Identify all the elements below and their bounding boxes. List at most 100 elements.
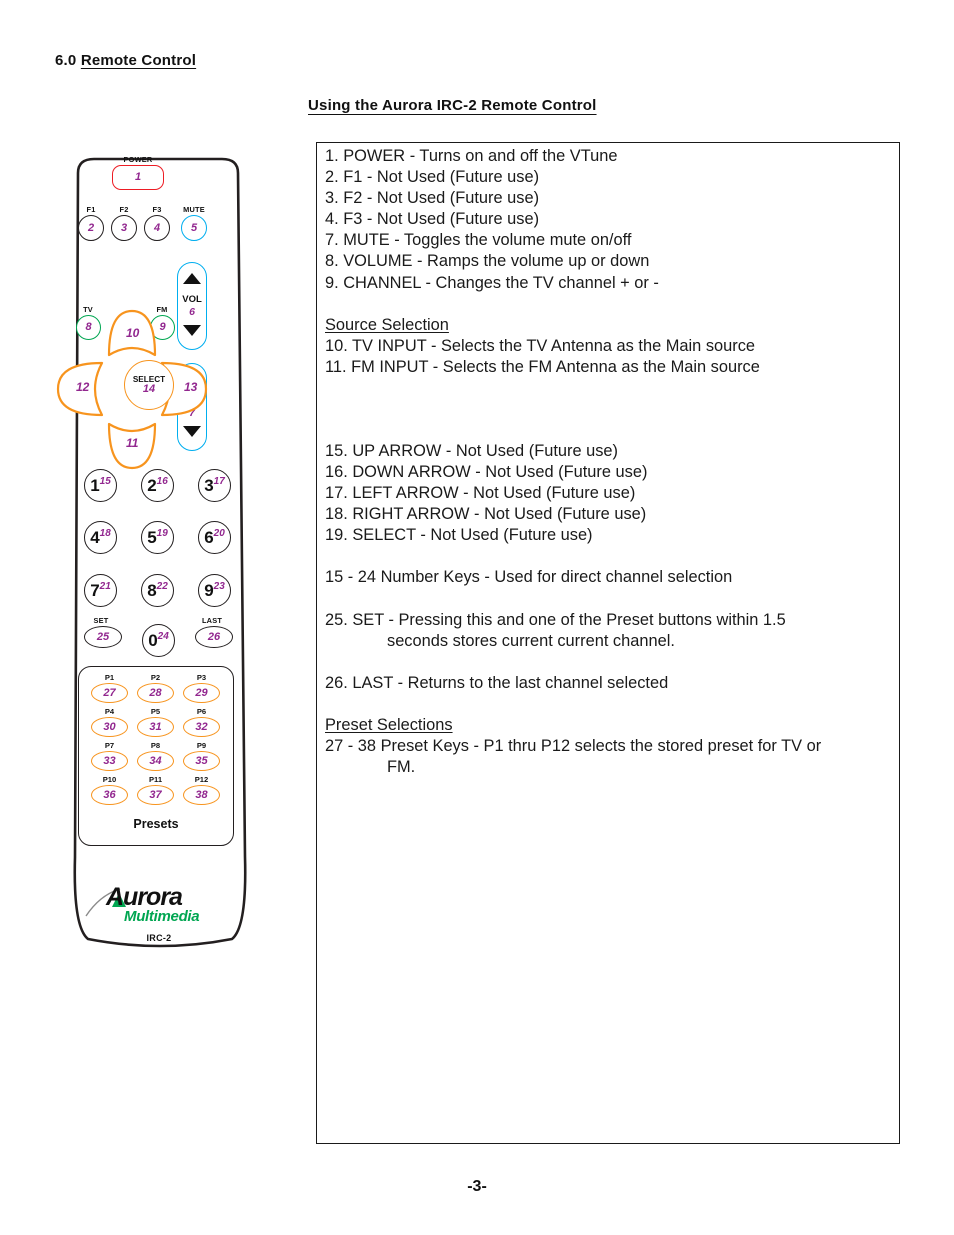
preset-p12-button[interactable]: 38 [183, 785, 220, 805]
preset-p11-button[interactable]: 37 [137, 785, 174, 805]
description-line: FM. [325, 757, 893, 778]
number-key-0-ref: 24 [157, 631, 169, 642]
preset-p10-ref: 36 [103, 788, 116, 801]
description-line: Source Selection [325, 315, 893, 336]
preset-p5-button[interactable]: 31 [137, 717, 174, 737]
preset-p3-button[interactable]: 29 [183, 683, 220, 703]
number-key-7-ref: 21 [99, 581, 111, 592]
preset-p3-label: P3 [196, 673, 207, 682]
number-key-5-ref: 19 [156, 528, 168, 539]
preset-p5-label: P5 [150, 707, 161, 716]
description-text: 27 - 38 Preset Keys - P1 thru P12 select… [325, 736, 822, 755]
number-key-1[interactable]: 1 15 [84, 469, 117, 502]
preset-p11-ref: 37 [149, 788, 162, 801]
number-key-0[interactable]: 0 24 [142, 624, 175, 657]
preset-p6-button[interactable]: 32 [183, 717, 220, 737]
preset-p9-ref: 35 [195, 754, 208, 767]
description-text: FM. [387, 757, 416, 776]
set-label: SET [93, 616, 109, 625]
number-key-0-digit: 0 [148, 631, 158, 650]
preset-p9-button[interactable]: 35 [183, 751, 220, 771]
description-line: 18. RIGHT ARROW - Not Used (Future use) [325, 504, 893, 525]
description-line: 9. CHANNEL - Changes the TV channel + or… [325, 273, 893, 294]
preset-p1-ref: 27 [103, 686, 116, 699]
number-key-4-ref: 18 [99, 528, 111, 539]
preset-p1-button[interactable]: 27 [91, 683, 128, 703]
power-button[interactable]: 1 [112, 165, 164, 190]
last-button[interactable]: 26 [195, 626, 233, 648]
section-number: 6.0 [55, 52, 77, 69]
f1-button[interactable]: 2 [78, 215, 104, 241]
preset-p4-ref: 30 [103, 720, 116, 733]
set-button[interactable]: 25 [84, 626, 122, 648]
number-key-2[interactable]: 2 16 [141, 469, 174, 502]
description-line: 4. F3 - Not Used (Future use) [325, 209, 893, 230]
number-key-4[interactable]: 4 18 [84, 521, 117, 554]
preset-p8-button[interactable]: 34 [137, 751, 174, 771]
description-line: 1. POWER - Turns on and off the VTune [325, 146, 893, 167]
f3-button[interactable]: 4 [144, 215, 170, 241]
description-line: 10. TV INPUT - Selects the TV Antenna as… [325, 336, 893, 357]
description-line: 8. VOLUME - Ramps the volume up or down [325, 251, 893, 272]
number-key-7[interactable]: 7 21 [84, 574, 117, 607]
description-text: 26. LAST - Returns to the last channel s… [325, 673, 669, 692]
number-key-4-digit: 4 [90, 528, 100, 547]
preset-p7-ref: 33 [103, 754, 116, 767]
preset-p10-label: P10 [102, 775, 117, 784]
mute-button[interactable]: 5 [181, 215, 207, 241]
preset-p8-label: P8 [150, 741, 161, 750]
description-line: 25. SET - Pressing this and one of the P… [325, 610, 893, 631]
description-text: 16. DOWN ARROW - Not Used (Future use) [325, 463, 648, 482]
preset-p7-button[interactable]: 33 [91, 751, 128, 771]
page-title: 6.0 Remote Control [55, 52, 196, 69]
remote-control-illustration: POWER 1 F1 2 F2 3 F3 4 MUTE 5 VOL 6 CH 7… [56, 155, 256, 953]
f2-button[interactable]: 3 [111, 215, 137, 241]
brand-subtitle: Multimedia [124, 908, 200, 925]
select-ref: 14 [142, 383, 156, 396]
description-text: 7. MUTE - Toggles the volume mute on/off [325, 231, 632, 250]
description-text: 15. UP ARROW - Not Used (Future use) [325, 441, 618, 460]
preset-p6-label: P6 [196, 707, 207, 716]
preset-p4-button[interactable]: 30 [91, 717, 128, 737]
number-key-1-digit: 1 [90, 476, 100, 495]
last-label: LAST [201, 616, 223, 625]
number-key-2-digit: 2 [147, 476, 157, 495]
number-key-7-digit: 7 [90, 581, 100, 600]
description-line: 17. LEFT ARROW - Not Used (Future use) [325, 483, 893, 504]
number-key-8[interactable]: 8 22 [141, 574, 174, 607]
number-key-9[interactable]: 9 23 [198, 574, 231, 607]
preset-p7-label: P7 [104, 741, 115, 750]
description-text: 10. TV INPUT - Selects the TV Antenna as… [325, 336, 756, 355]
description-line: 3. F2 - Not Used (Future use) [325, 188, 893, 209]
volume-up-icon[interactable] [183, 273, 201, 284]
preset-p12-label: P12 [194, 775, 209, 784]
nav-right-ref[interactable]: 13 [184, 381, 197, 393]
preset-p2-button[interactable]: 28 [137, 683, 174, 703]
panel-heading: Using the Aurora IRC-2 Remote Control [308, 97, 597, 114]
description-line: 15. UP ARROW - Not Used (Future use) [325, 441, 893, 462]
preset-p8-ref: 34 [149, 754, 162, 767]
description-text: 11. FM INPUT - Selects the FM Antenna as… [325, 357, 760, 376]
f2-ref: 3 [120, 221, 128, 234]
number-key-5[interactable]: 5 19 [141, 521, 174, 554]
number-key-3-ref: 17 [213, 476, 225, 487]
description-line: seconds stores current current channel. [325, 631, 893, 652]
number-key-6[interactable]: 6 20 [198, 521, 231, 554]
model-number: IRC-2 [146, 933, 172, 943]
number-key-9-ref: 23 [213, 581, 225, 592]
description-line: 11. FM INPUT - Selects the FM Antenna as… [325, 357, 893, 378]
description-text: 4. F3 - Not Used (Future use) [325, 210, 540, 229]
description-text: 17. LEFT ARROW - Not Used (Future use) [325, 484, 636, 503]
description-line: 26. LAST - Returns to the last channel s… [325, 673, 893, 694]
page-number: -3- [467, 1178, 487, 1195]
nav-down-ref[interactable]: 11 [126, 437, 138, 449]
nav-up-ref[interactable]: 10 [126, 327, 139, 339]
preset-p10-button[interactable]: 36 [91, 785, 128, 805]
select-button[interactable]: SELECT 14 [124, 360, 174, 410]
f3-label: F3 [152, 205, 162, 214]
nav-left-ref[interactable]: 12 [76, 381, 89, 393]
number-key-3[interactable]: 3 17 [198, 469, 231, 502]
